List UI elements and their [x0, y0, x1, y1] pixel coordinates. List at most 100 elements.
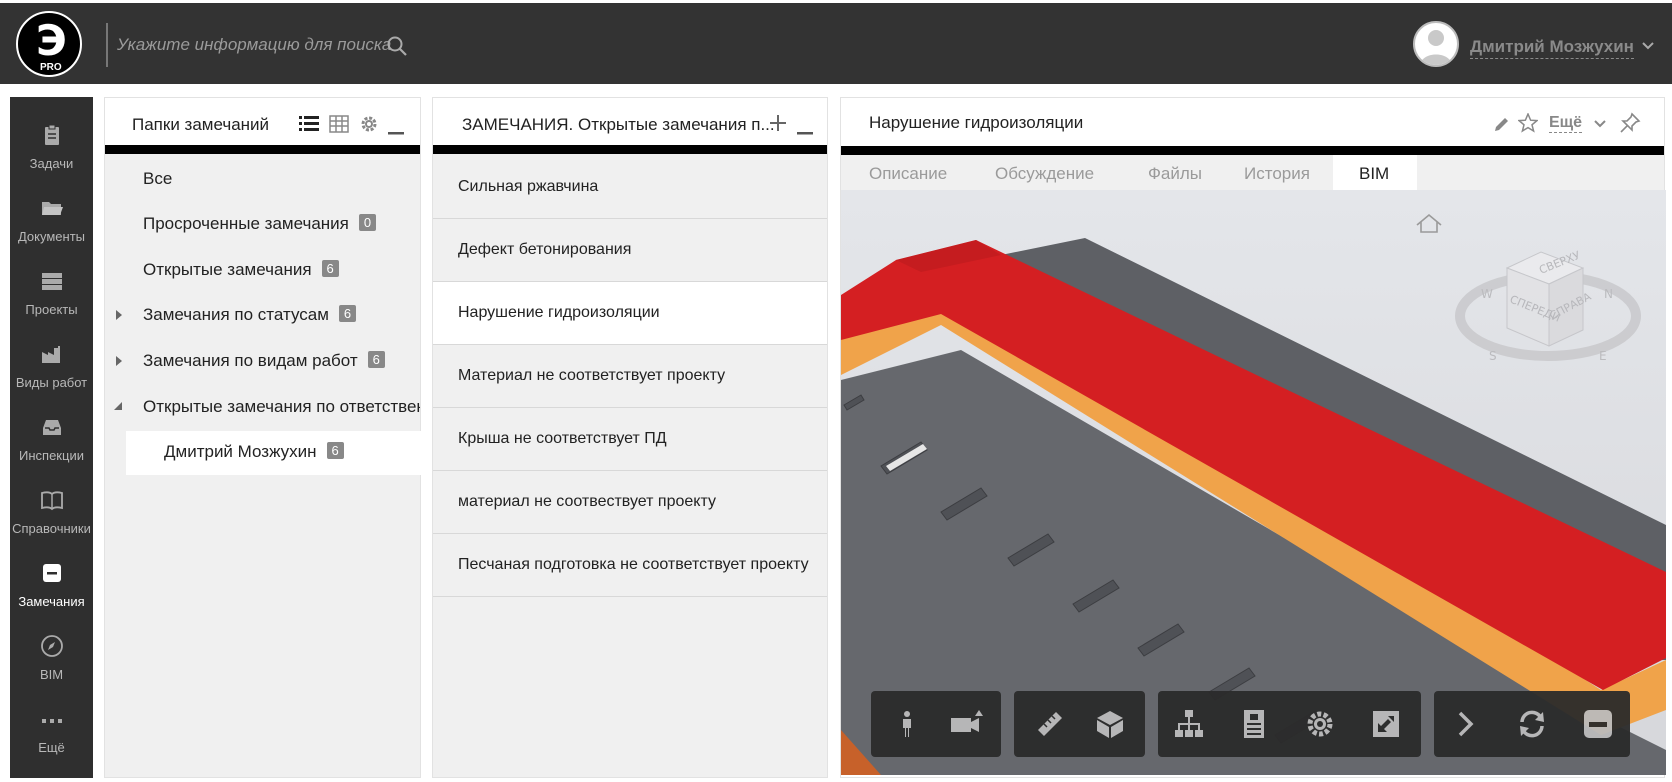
- tab-files[interactable]: Файлы: [1148, 164, 1202, 184]
- caret-down-icon[interactable]: [114, 402, 124, 412]
- folder-item-overdue[interactable]: Просроченные замечания 0: [105, 203, 420, 247]
- fullscreen-icon[interactable]: [1370, 708, 1402, 740]
- app-logo[interactable]: Э PRO: [16, 11, 82, 77]
- folder-item-by-responsible[interactable]: Открытые замечания по ответственны: [105, 386, 420, 430]
- sidebar-item-references[interactable]: Справочники: [10, 472, 93, 542]
- folder-item-user[interactable]: Дмитрий Мозжухин 6: [126, 431, 421, 475]
- search-input[interactable]: Укажите информацию для поиска: [117, 35, 391, 55]
- chevron-down-icon[interactable]: [1593, 118, 1607, 130]
- caret-right-icon[interactable]: [114, 310, 124, 320]
- issue-item[interactable]: Материал не соответствует проекту: [433, 345, 827, 408]
- star-icon[interactable]: [1518, 113, 1538, 133]
- count-badge: 6: [367, 351, 385, 368]
- minimize-icon[interactable]: [388, 126, 404, 136]
- gear-icon[interactable]: [359, 114, 379, 134]
- logo-pro-label: PRO: [40, 62, 62, 73]
- navigation-toolbar: [871, 691, 1001, 757]
- issue-label: материал не соотвествует проекту: [458, 493, 716, 510]
- properties-icon[interactable]: [1238, 708, 1270, 740]
- compass-e-label: E: [1599, 349, 1607, 363]
- sidebar-item-label: Задачи: [29, 156, 74, 171]
- count-badge: 6: [338, 305, 357, 322]
- model-tree-icon[interactable]: [1173, 708, 1205, 740]
- section-box-icon[interactable]: [1094, 708, 1126, 740]
- avatar[interactable]: [1413, 21, 1459, 67]
- sidebar-item-bim[interactable]: BIM: [10, 618, 93, 688]
- sidebar-item-work-types[interactable]: Виды работ: [10, 326, 93, 396]
- sidebar-item-label: Документы: [17, 229, 85, 244]
- chevron-right-icon[interactable]: [1449, 708, 1481, 740]
- sidebar-item-tasks[interactable]: Задачи: [10, 107, 93, 177]
- top-bar: Э PRO Укажите информацию для поиска Дмит…: [0, 0, 1672, 84]
- compass-s-label: S: [1489, 349, 1497, 363]
- folder-item-all[interactable]: Все: [105, 158, 420, 202]
- issue-label: Песчаная подготовка не соответствует про…: [458, 556, 809, 573]
- compass-w-label: W: [1481, 287, 1493, 301]
- bim-model-render[interactable]: СВЕРХУ СПЕРЕДИ СПРАВА W N S E: [841, 190, 1666, 775]
- more-icon: [42, 719, 62, 723]
- factory-icon: [42, 346, 60, 363]
- book-icon: [41, 491, 63, 511]
- pin-icon[interactable]: [1619, 112, 1641, 134]
- minus-box-icon: [43, 564, 61, 582]
- caret-right-icon[interactable]: [114, 356, 124, 366]
- sidebar-item-issues[interactable]: Замечания: [10, 545, 93, 615]
- pencil-icon[interactable]: [1493, 115, 1511, 133]
- issue-item[interactable]: Сильная ржавчина: [433, 156, 827, 219]
- folder-label: Замечания по видам работ: [143, 351, 358, 370]
- walk-icon[interactable]: [891, 708, 923, 740]
- minimize-icon[interactable]: [797, 126, 813, 136]
- server-icon: [42, 273, 62, 290]
- sidebar-item-more[interactable]: Ещё: [10, 691, 93, 761]
- sidebar-item-documents[interactable]: Документы: [10, 180, 93, 250]
- issue-item[interactable]: материал не соотвествует проекту: [433, 471, 827, 534]
- search-icon[interactable]: [386, 35, 408, 57]
- chevron-down-icon[interactable]: [1640, 39, 1656, 53]
- refresh-icon[interactable]: [1516, 708, 1548, 740]
- tab-discussion[interactable]: Обсуждение: [995, 164, 1094, 184]
- minus-box-icon[interactable]: [1582, 708, 1614, 740]
- issue-item[interactable]: Песчаная подготовка не соответствует про…: [433, 534, 827, 597]
- issue-label: Материал не соответствует проекту: [458, 367, 726, 384]
- sidebar-item-label: BIM: [39, 667, 64, 682]
- more-link[interactable]: Ещё: [1549, 114, 1583, 133]
- ruler-icon[interactable]: [1034, 708, 1066, 740]
- list-view-icon[interactable]: [299, 115, 319, 133]
- count-badge: 0: [358, 214, 377, 231]
- folder-label: Просроченные замечания: [143, 214, 349, 233]
- tab-bim[interactable]: BIM: [1359, 164, 1389, 184]
- sidebar-item-label: Ещё: [38, 740, 65, 755]
- tab-history[interactable]: История: [1244, 164, 1310, 184]
- issue-item-selected[interactable]: Нарушение гидроизоляции: [433, 282, 827, 345]
- folder-item-by-status[interactable]: Замечания по статусам 6: [105, 294, 420, 338]
- panel-title: Нарушение гидроизоляции: [869, 113, 1084, 132]
- sidebar-item-label: Инспекции: [19, 448, 84, 463]
- issue-item[interactable]: Дефект бетонирования: [433, 219, 827, 282]
- folder-label: Дмитрий Мозжухин: [164, 442, 317, 461]
- bim-viewer[interactable]: СВЕРХУ СПЕРЕДИ СПРАВА W N S E: [841, 190, 1666, 775]
- folder-item-by-work-type[interactable]: Замечания по видам работ 6: [105, 340, 420, 384]
- folders-panel-header: Папки замечаний: [105, 98, 420, 154]
- camera-icon[interactable]: [949, 708, 989, 740]
- model-toolbar: [1158, 691, 1421, 757]
- extra-toolbar: [1434, 691, 1630, 757]
- issue-label: Нарушение гидроизоляции: [458, 304, 660, 321]
- sidebar-item-projects[interactable]: Проекты: [10, 253, 93, 323]
- sidebar-item-inspections[interactable]: Инспекции: [10, 399, 93, 469]
- logo-glyph: Э: [36, 16, 67, 65]
- issue-item[interactable]: Крыша не соответствует ПД: [433, 408, 827, 471]
- issue-label: Сильная ржавчина: [458, 178, 599, 195]
- settings-icon[interactable]: [1304, 708, 1336, 740]
- count-badge: 6: [326, 442, 344, 459]
- panel-title: ЗАМЕЧАНИЯ. Открытые замечания п...: [462, 115, 775, 134]
- sidebar-item-label: Справочники: [12, 521, 91, 536]
- add-icon[interactable]: [769, 114, 787, 132]
- panel-title: Папки замечаний: [132, 115, 270, 134]
- issues-panel-header: ЗАМЕЧАНИЯ. Открытые замечания п...: [433, 98, 827, 154]
- detail-panel-header: Нарушение гидроизоляции Ещё: [841, 98, 1664, 155]
- tab-description[interactable]: Описание: [869, 164, 947, 184]
- user-name[interactable]: Дмитрий Мозжухин: [1470, 37, 1634, 59]
- sidebar: Задачи Документы Проекты Виды работ Инсп…: [10, 97, 93, 778]
- folder-item-open[interactable]: Открытые замечания 6: [105, 249, 420, 293]
- table-view-icon[interactable]: [329, 115, 349, 133]
